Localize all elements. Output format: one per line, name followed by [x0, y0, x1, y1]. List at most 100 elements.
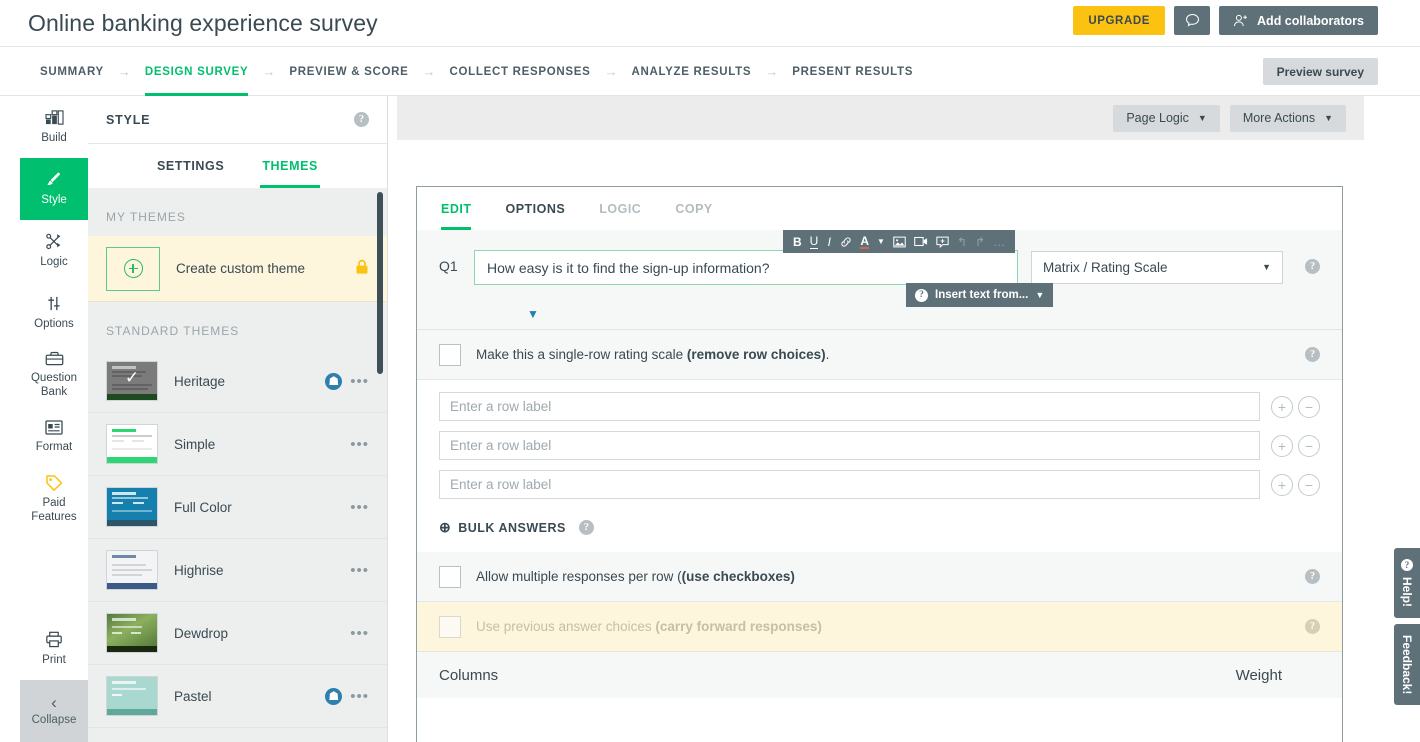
multiple-responses-help-icon[interactable]: ? [1305, 569, 1320, 584]
preview-survey-button[interactable]: Preview survey [1263, 58, 1378, 85]
text-color-icon[interactable]: A [856, 230, 873, 253]
carry-forward-help-icon[interactable]: ? [1305, 619, 1320, 634]
upgrade-button[interactable]: UPGRADE [1073, 6, 1165, 35]
theme-row-simple[interactable]: Simple ••• [88, 413, 387, 476]
nav-step-collect-responses[interactable]: COLLECT RESPONSES [450, 47, 591, 96]
rail-item-build[interactable]: Build [20, 96, 88, 158]
tab-options[interactable]: OPTIONS [505, 187, 565, 230]
left-rail: Build Style Logic [20, 96, 88, 742]
bulk-answers-help-icon[interactable]: ? [579, 520, 594, 535]
ellipsis-icon[interactable]: ••• [350, 625, 369, 642]
row-label-input-1[interactable] [439, 392, 1260, 421]
tab-themes[interactable]: THEMES [262, 144, 318, 188]
theme-row-full-color[interactable]: Full Color ••• [88, 476, 387, 539]
carry-forward-option[interactable]: Use previous answer choices (carry forwa… [417, 602, 1342, 652]
insert-text-from-button[interactable]: ? Insert text from... ▼ [906, 283, 1053, 307]
layout-format-icon [45, 420, 63, 438]
insert-image-icon[interactable] [889, 230, 910, 253]
insert-text-from-label: Insert text from... [935, 289, 1028, 301]
ellipsis-icon[interactable]: ••• [350, 562, 369, 579]
ellipsis-icon[interactable]: ••• [350, 436, 369, 453]
carry-forward-checkbox[interactable] [439, 616, 461, 638]
row-label-input-2[interactable] [439, 431, 1260, 460]
rail-item-logic[interactable]: Logic [20, 220, 88, 282]
theme-row-highrise[interactable]: Highrise ••• [88, 539, 387, 602]
add-row-icon[interactable]: + [1271, 435, 1293, 457]
ellipsis-icon[interactable]: ••• [350, 688, 369, 705]
insert-video-icon[interactable] [910, 230, 932, 253]
rail-item-options[interactable]: Options [20, 282, 88, 344]
theme-thumbnail: ✓ [106, 361, 158, 401]
rail-item-format[interactable]: Format [20, 406, 88, 468]
redo-icon[interactable]: ↱ [971, 230, 989, 253]
link-icon[interactable] [836, 230, 856, 253]
bulk-answers-button[interactable]: ⊕ BULK ANSWERS [439, 519, 566, 536]
tab-logic[interactable]: LOGIC [599, 187, 641, 230]
tab-settings[interactable]: SETTINGS [157, 144, 224, 188]
bold-icon[interactable]: B [789, 230, 806, 253]
add-row-icon[interactable]: + [1271, 396, 1293, 418]
add-row-icon[interactable]: + [1271, 474, 1293, 496]
rail-item-print[interactable]: Print [20, 618, 88, 680]
style-panel-tabs: SETTINGS THEMES [88, 144, 387, 188]
accessibility-icon[interactable]: ☗ [325, 373, 342, 390]
row-label-input-3[interactable] [439, 470, 1260, 499]
nav-step-summary[interactable]: SUMMARY [40, 47, 104, 96]
single-row-checkbox[interactable] [439, 344, 461, 366]
expand-question-caret-icon[interactable]: ▼ [527, 307, 539, 321]
question-type-help-icon[interactable]: ? [1305, 259, 1320, 274]
nav-arrow-icon: → [423, 64, 436, 79]
more-actions-button[interactable]: More Actions ▼ [1230, 105, 1346, 132]
italic-icon[interactable]: I [822, 230, 836, 253]
nav-step-analyze-results[interactable]: ANALYZE RESULTS [632, 47, 752, 96]
single-row-option-left: Make this a single-row rating scale (rem… [439, 344, 829, 366]
themes-scrollbar[interactable] [377, 192, 383, 374]
ellipsis-icon[interactable]: ••• [350, 499, 369, 516]
theme-row-dewdrop[interactable]: Dewdrop ••• [88, 602, 387, 665]
rail-label-print: Print [42, 654, 66, 667]
rail-item-question-bank[interactable]: Question Bank [20, 344, 88, 406]
remove-row-icon[interactable]: − [1298, 474, 1320, 496]
theme-thumbnail [106, 613, 158, 653]
help-side-tab[interactable]: ? Help! [1394, 548, 1420, 618]
style-panel-title: STYLE [106, 113, 150, 127]
multiple-responses-label: Allow multiple responses per row ((use c… [476, 569, 795, 584]
theme-row-pastel[interactable]: Pastel ☗ ••• [88, 665, 387, 728]
multiple-responses-checkbox[interactable] [439, 566, 461, 588]
question-text-input[interactable] [474, 250, 1018, 285]
add-collaborators-button[interactable]: Add collaborators [1219, 6, 1378, 35]
feedback-side-tab[interactable]: Feedback! [1394, 624, 1420, 705]
theme-row-heritage[interactable]: ✓ Heritage ☗ ••• [88, 350, 387, 413]
carry-forward-left: Use previous answer choices (carry forwa… [439, 616, 822, 638]
branch-logic-icon [45, 233, 63, 253]
nav-step-design-survey[interactable]: DESIGN SURVEY [145, 47, 248, 96]
remove-row-icon[interactable]: − [1298, 435, 1320, 457]
help-circle-icon[interactable]: ? [354, 112, 369, 127]
more-options-icon[interactable]: … [989, 230, 1009, 253]
create-custom-theme-row[interactable]: Create custom theme [88, 236, 387, 302]
nav-step-present-results[interactable]: PRESENT RESULTS [792, 47, 913, 96]
tab-edit[interactable]: EDIT [441, 187, 471, 230]
rail-item-style[interactable]: Style [20, 158, 88, 220]
accessibility-icon[interactable]: ☗ [325, 688, 342, 705]
remove-row-icon[interactable]: − [1298, 396, 1320, 418]
page-logic-button[interactable]: Page Logic ▼ [1113, 105, 1219, 132]
single-row-rating-option[interactable]: Make this a single-row rating scale (rem… [417, 330, 1342, 380]
tab-copy[interactable]: COPY [675, 187, 712, 230]
ellipsis-icon[interactable]: ••• [350, 373, 369, 390]
color-dropdown-icon[interactable]: ▼ [873, 230, 889, 253]
rail-item-paid-features[interactable]: Paid Features [20, 468, 88, 530]
themes-scroll-area: MY THEMES Create custom theme STANDARD T… [88, 188, 387, 742]
insert-media-icon[interactable] [932, 230, 953, 253]
rail-label-collapse: Collapse [32, 714, 77, 727]
question-type-select[interactable]: Matrix / Rating Scale ▼ [1031, 251, 1283, 284]
nav-step-preview-score[interactable]: PREVIEW & SCORE [289, 47, 408, 96]
bulk-answers-row: ⊕ BULK ANSWERS ? [417, 511, 1342, 552]
feedback-bubble-button[interactable] [1174, 6, 1210, 35]
rail-item-collapse[interactable]: ‹ Collapse [20, 680, 88, 742]
lock-icon [355, 259, 369, 279]
undo-icon[interactable]: ↰ [953, 230, 971, 253]
single-row-help-icon[interactable]: ? [1305, 347, 1320, 362]
multiple-responses-option[interactable]: Allow multiple responses per row ((use c… [417, 552, 1342, 602]
underline-icon[interactable]: U [806, 230, 823, 253]
